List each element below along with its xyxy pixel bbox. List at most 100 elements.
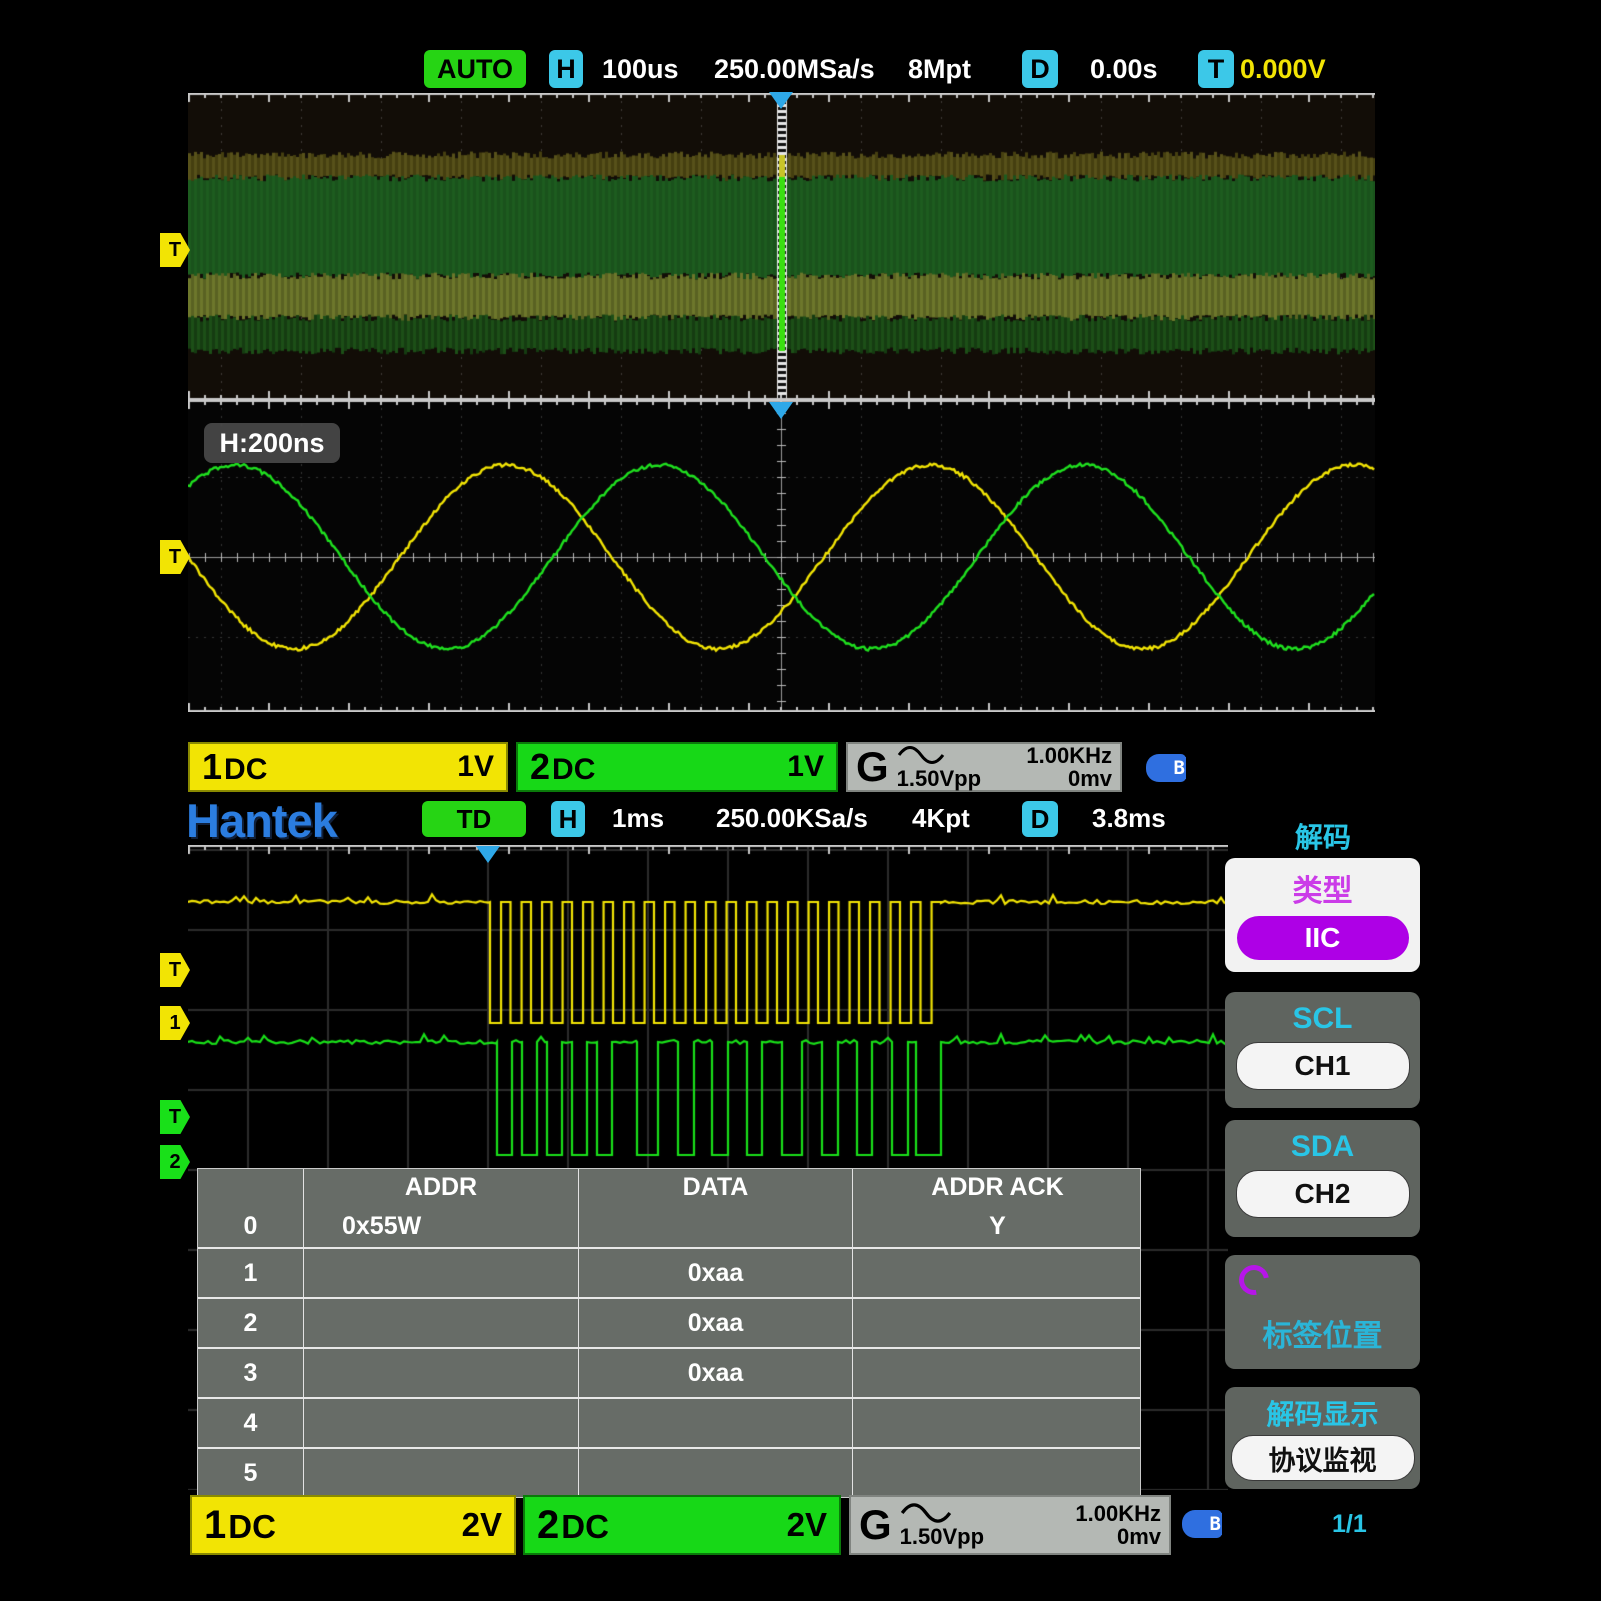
row-data: 0xaa [579,1249,853,1297]
row-index: 2 [198,1299,304,1347]
generator-label: G [859,1501,892,1549]
row-addr [304,1449,579,1497]
delay-value: 0.00s [1090,54,1158,85]
row-ack [853,1449,1142,1497]
delay-icon-2: D [1022,801,1058,837]
table-row: 5 [198,1447,1140,1497]
trigger-level-marker-top[interactable]: T [160,233,190,267]
page-indicator: 1/1 [1332,1510,1367,1539]
table-row: 2 0xaa [198,1297,1140,1347]
sample-rate: 250.00MSa/s [714,54,875,85]
table-row: 4 [198,1397,1140,1447]
generator-frequency: 1.00KHz [1075,1502,1161,1525]
generator-frequency: 1.00KHz [1026,744,1112,767]
generator-info-box[interactable]: G 1.00KHz 1.50Vpp 0mv [846,742,1122,792]
generator-info-box-2[interactable]: G 1.00KHz 1.50Vpp 0mv [849,1495,1171,1555]
generator-offset: 0mv [1117,1525,1161,1548]
timebase-value-2: 1ms [612,803,664,834]
decode-result-table: ADDR DATA ADDR ACK 0 0x55W Y 1 0xaa 2 0x… [197,1168,1141,1498]
row-addr [304,1399,579,1447]
rotate-knob-icon [1233,1259,1275,1301]
delay-icon: D [1022,50,1058,88]
delay-value-2: 3.8ms [1092,803,1166,834]
generator-offset: 0mv [1068,767,1112,790]
row-ack [853,1399,1142,1447]
ch1-info-box[interactable]: 1DC 1V [188,742,508,792]
row-addr: 0x55W [304,1205,579,1247]
ch1-scale: 2V [462,1506,502,1544]
row-data [579,1205,853,1247]
table-row: 3 0xaa [198,1347,1140,1397]
ch1-ground-marker[interactable]: 1 [160,1006,190,1040]
trigger-level-marker-ch2[interactable]: T [160,1100,190,1134]
row-index: 5 [198,1449,304,1497]
row-addr [304,1349,579,1397]
protocol-monitor-pill[interactable]: 协议监视 [1231,1435,1415,1481]
row-index: 0 [198,1205,304,1247]
ch1-number: 1 [204,1503,226,1547]
row-index: 4 [198,1399,304,1447]
memory-depth: 8Mpt [908,54,971,85]
row-ack [853,1249,1142,1297]
row-index: 3 [198,1349,304,1397]
horizontal-icon-2: H [551,801,585,837]
ch1-coupling: DC [228,1508,276,1545]
ch2-number: 2 [537,1503,559,1547]
label-position-panel[interactable]: 标签位置 [1225,1255,1420,1369]
row-data [579,1449,853,1497]
ch2-ground-marker[interactable]: 2 [160,1145,190,1179]
ch2-info-box[interactable]: 2DC 1V [516,742,838,792]
td-mode-badge[interactable]: TD [422,801,526,837]
trigger-level-marker-zoom[interactable]: T [160,540,190,574]
sda-panel-title: SDA [1291,1130,1354,1164]
sine-icon [900,1503,952,1523]
row-ack: Y [853,1205,1142,1247]
memory-depth-2: 4Kpt [912,803,970,834]
decode-display-title: 解码显示 [1266,1393,1378,1433]
trigger-level-marker-ch1[interactable]: T [160,953,190,987]
ch2-info-box-2[interactable]: 2DC 2V [523,1495,841,1555]
oscilloscope-screen: AUTO H 100us 250.00MSa/s 8Mpt D 0.00s T … [0,0,1601,1601]
ch1-scale: 1V [457,750,494,784]
row-data [579,1399,853,1447]
usb-device-icon: B [1146,754,1186,782]
horizontal-icon: H [549,50,583,88]
sda-value-pill[interactable]: CH2 [1236,1170,1410,1218]
table-row: 1 0xaa [198,1247,1140,1297]
row-data: 0xaa [579,1299,853,1347]
header-data: DATA [579,1169,853,1205]
row-data: 0xaa [579,1349,853,1397]
decode-display-panel[interactable]: 解码显示 协议监视 [1225,1387,1420,1489]
row-ack [853,1299,1142,1347]
header-ack: ADDR ACK [853,1169,1142,1205]
ch1-number: 1 [202,746,222,787]
ch2-scale: 1V [787,750,824,784]
generator-amplitude: 1.50Vpp [897,767,981,790]
row-addr [304,1249,579,1297]
scl-panel-title: SCL [1293,1002,1353,1036]
type-panel-title: 类型 [1293,866,1353,910]
run-mode-badge[interactable]: AUTO [424,50,526,88]
ch2-number: 2 [530,746,550,787]
trigger-icon: T [1198,50,1234,88]
sda-source-panel[interactable]: SDA CH2 [1225,1120,1420,1237]
table-header-row: ADDR DATA ADDR ACK [198,1169,1140,1205]
ch2-scale: 2V [787,1506,827,1544]
table-row: 0 0x55W Y [198,1205,1140,1247]
type-value-pill[interactable]: IIC [1237,916,1409,960]
scl-source-panel[interactable]: SCL CH1 [1225,992,1420,1108]
ch1-info-box-2[interactable]: 1DC 2V [190,1495,516,1555]
sample-rate-2: 250.00KSa/s [716,803,868,834]
decode-type-panel[interactable]: 类型 IIC [1225,858,1420,972]
zoom-waveform-canvas [188,400,1375,712]
usb-device-icon-2: B [1182,1510,1222,1538]
overview-waveform-canvas [188,93,1375,400]
ch1-coupling: DC [224,753,267,786]
timebase-value: 100us [602,54,679,85]
scl-value-pill[interactable]: CH1 [1236,1042,1410,1090]
header-addr: ADDR [304,1169,579,1205]
label-position-title: 标签位置 [1263,1311,1383,1355]
trigger-level-value: 0.000V [1240,54,1326,85]
ch2-coupling: DC [552,753,595,786]
ch2-coupling: DC [561,1508,609,1545]
